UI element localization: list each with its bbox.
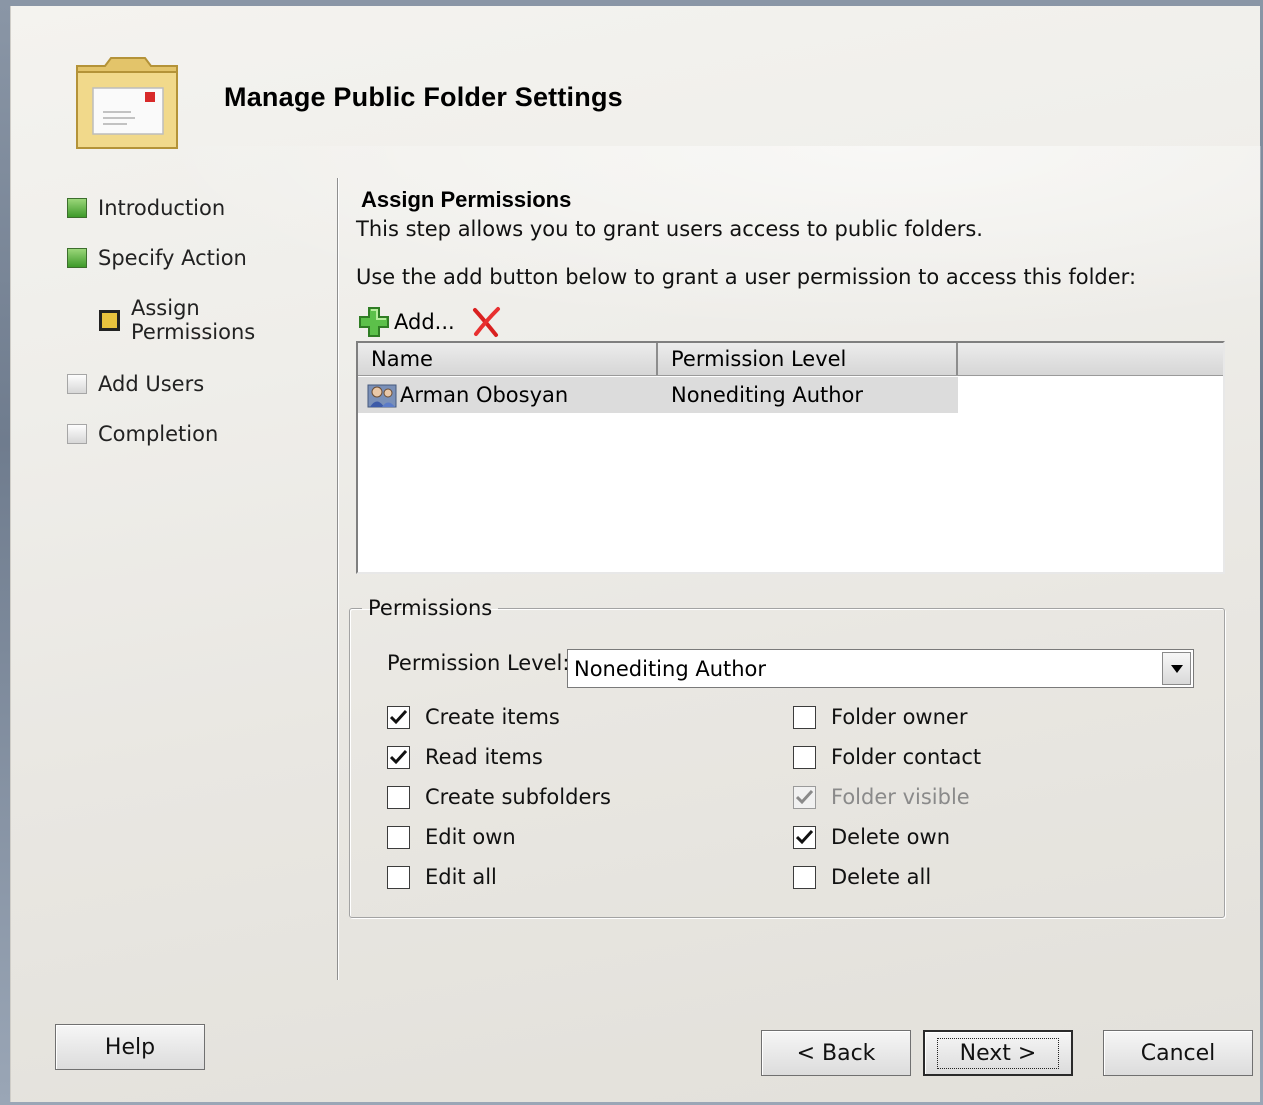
checkbox-label: Edit own (425, 825, 516, 849)
permission-level-label-text: Permission Level: (387, 651, 570, 675)
checkbox-edit-all[interactable]: Edit all (387, 865, 497, 889)
list-toolbar: Add... (358, 304, 503, 340)
checkbox-label: Edit all (425, 865, 497, 889)
dropdown-arrow-icon[interactable] (1162, 652, 1191, 685)
checkbox-label: Folder contact (831, 745, 982, 769)
nav-item-add-users: Add Users (67, 372, 204, 396)
permission-level-value: Nonediting Author (574, 656, 767, 681)
next-button-label: Next > (936, 1037, 1060, 1069)
list-header: Name Permission Level (358, 343, 1223, 376)
checkbox-box[interactable] (387, 825, 410, 849)
checkbox-label: Read items (425, 745, 543, 769)
nav-item-label: Completion (98, 422, 219, 446)
section-description: This step allows you to grant users acce… (356, 217, 983, 241)
checkbox-label: Folder visible (831, 785, 970, 809)
green-plus-icon (359, 307, 389, 337)
nav-item-introduction: Introduction (67, 196, 225, 220)
wizard-dialog: Manage Public Folder Settings Introducti… (10, 6, 1261, 1102)
add-button-label: Add... (394, 310, 455, 334)
red-x-icon (472, 307, 500, 337)
checkmark-icon (796, 829, 813, 844)
checkbox-label: Create subfolders (425, 785, 611, 809)
checkbox-box[interactable] (793, 705, 816, 729)
column-header-permission-level[interactable]: Permission Level (658, 343, 958, 375)
checkmark-icon (390, 709, 407, 724)
checkbox-edit-own[interactable]: Edit own (387, 825, 516, 849)
step-complete-icon (67, 198, 87, 218)
checkbox-box[interactable] (793, 745, 816, 769)
section-title: Assign Permissions (361, 187, 572, 212)
checkmark-icon (796, 789, 813, 804)
instruction-text: Use the add button below to grant a user… (356, 265, 1137, 289)
step-pending-icon (67, 424, 87, 444)
checkbox-label: Folder owner (831, 705, 968, 729)
permission-level-dropdown[interactable]: Nonediting Author (567, 649, 1194, 688)
checkbox-box[interactable] (387, 865, 410, 889)
checkbox-label: Create items (425, 705, 560, 729)
nav-item-label: Specify Action (98, 246, 247, 270)
nav-item-label: Add Users (98, 372, 205, 396)
table-row[interactable]: Arman Obosyan Nonediting Author (358, 377, 958, 413)
nav-item-label: Assign Permissions (131, 296, 256, 344)
checkbox-box[interactable] (793, 865, 816, 889)
permissions-list[interactable]: Name Permission Level Arman Obosyan None… (356, 341, 1225, 574)
nav-item-specify-action: Specify Action (67, 246, 247, 270)
cell-name: Arman Obosyan (358, 377, 658, 413)
step-pending-icon (67, 374, 87, 394)
public-folder-icon (71, 54, 181, 152)
checkbox-delete-own[interactable]: Delete own (793, 825, 950, 849)
remove-button[interactable] (469, 305, 503, 339)
user-icon (367, 384, 397, 408)
checkbox-folder-visible: Folder visible (793, 785, 970, 809)
user-name: Arman Obosyan (400, 383, 569, 407)
nav-item-label: Introduction (98, 196, 226, 220)
checkbox-box[interactable] (387, 785, 410, 809)
checkbox-box (793, 785, 816, 809)
nav-divider (337, 178, 339, 980)
add-button[interactable]: Add... (358, 306, 469, 338)
checkmark-icon (390, 749, 407, 764)
checkbox-box[interactable] (387, 745, 410, 769)
nav-item-completion: Completion (67, 422, 218, 446)
permission-level-label: Permission Level: (387, 651, 569, 675)
checkbox-create-items[interactable]: Create items (387, 705, 560, 729)
help-button[interactable]: Help (55, 1024, 205, 1070)
checkbox-folder-contact[interactable]: Folder contact (793, 745, 981, 769)
permissions-group-label: Permissions (368, 596, 493, 620)
checkbox-read-items[interactable]: Read items (387, 745, 543, 769)
checkbox-folder-owner[interactable]: Folder owner (793, 705, 967, 729)
cell-permission-level: Nonediting Author (671, 383, 864, 407)
checkbox-create-subfolders[interactable]: Create subfolders (387, 785, 611, 809)
next-button[interactable]: Next > (923, 1030, 1073, 1076)
checkbox-box[interactable] (387, 705, 410, 729)
column-header-name[interactable]: Name (358, 343, 658, 375)
step-complete-icon (67, 248, 87, 268)
checkbox-box[interactable] (793, 825, 816, 849)
column-header-empty (958, 343, 1223, 375)
checkbox-delete-all[interactable]: Delete all (793, 865, 931, 889)
back-button[interactable]: < Back (761, 1030, 911, 1076)
nav-item-assign-permissions: Assign Permissions (99, 296, 271, 344)
wizard-title: Manage Public Folder Settings (224, 82, 623, 112)
checkbox-label: Delete all (831, 865, 932, 889)
step-current-icon (99, 310, 120, 331)
cancel-button[interactable]: Cancel (1103, 1030, 1253, 1076)
checkbox-label: Delete own (831, 825, 951, 849)
